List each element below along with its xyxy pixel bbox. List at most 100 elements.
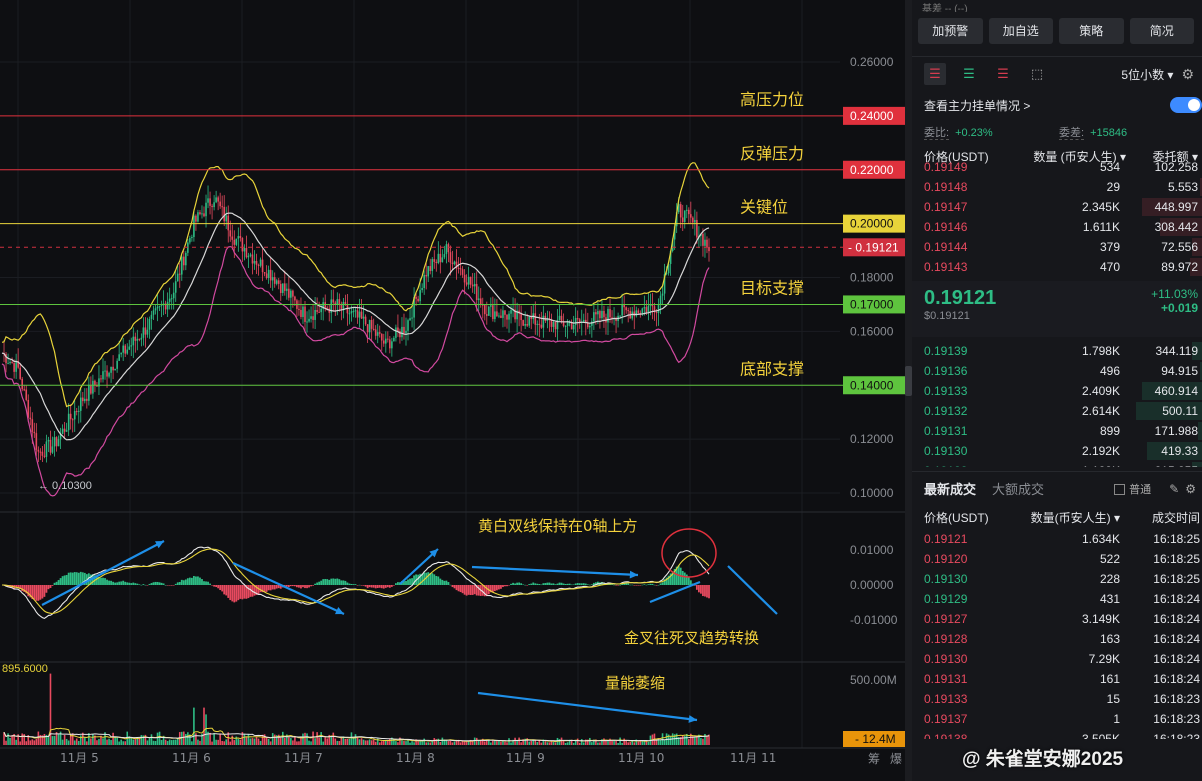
chart-canvas[interactable]: 0.26000 0.22000 0.20000 0.18000 0.16000 0.140… [0,0,905,781]
candle-body [395,327,397,338]
candle-body [160,304,163,306]
macd-histogram-bar [578,583,581,585]
candle-body [82,397,84,402]
ask-order-row[interactable]: 0.19148 29 5.553 [912,177,1202,197]
volume-bar [251,738,254,745]
x-axis-label: 11月 11 [730,751,776,765]
ask-order-row[interactable]: 0.19146 1.611K 308.442 [912,217,1202,237]
macd-histogram-bar [45,585,48,593]
bids-view-icon[interactable]: ☰ [958,63,980,85]
candle-body [526,324,528,326]
volume-bar [306,733,308,745]
add-alert-button[interactable]: 加预警 [918,18,983,44]
decimal-select[interactable]: 5位小数 ▾ [1121,66,1173,83]
volume-bar [33,740,36,745]
volume-bar [429,742,432,745]
trade-qty-header[interactable]: 数量(币安人生) ▾ [1016,509,1120,526]
macd-tick-label: -0.01000 [850,613,898,627]
candle-body [138,338,141,340]
bid-order-row[interactable]: 0.19132 2.614K 500.11 [912,401,1202,421]
trade-price: 0.19121 [924,532,968,546]
candle-body [310,316,312,319]
ask-order-row[interactable]: 0.19144 379 72.556 [912,237,1202,257]
candle-body [425,274,427,277]
candle-body [51,446,54,453]
candle-body [23,389,26,391]
gear-icon[interactable]: ⚙ [1181,66,1194,83]
overview-button[interactable]: 简况 [1129,18,1194,44]
candle-body [405,330,407,334]
checkbox-icon[interactable] [1114,484,1126,496]
candle-body [536,323,539,325]
bid-order-row[interactable]: 0.19139 1.798K 344.119 [912,341,1202,361]
level-caption: 关键位 [740,198,788,217]
volume-bar [308,740,310,745]
ask-order-row[interactable]: 0.19149 534 102.258 [912,157,1202,177]
candle-body [332,299,335,303]
volume-bar [21,733,23,745]
gear-icon[interactable]: ⚙ [1185,482,1196,496]
volume-bar [338,741,341,745]
volume-bar [9,738,11,745]
ask-order-row[interactable]: 0.19143 470 89.972 [912,257,1202,277]
bid-order-row[interactable]: 0.19130 2.192K 419.33 [912,441,1202,461]
tab-latest-trades[interactable]: 最新成交 [924,479,976,498]
bid-order-row[interactable]: 0.191281.128K215.855 [912,461,1202,467]
candle-body [633,311,636,317]
macd-tick-label: 0.00000 [850,578,894,592]
x-axis-label: 11月 10 [618,751,664,765]
candle-body [33,431,36,434]
main-orders-row[interactable]: 查看主力挂单情况 > [912,91,1202,119]
candle-body [150,314,153,319]
macd-histogram-bar [100,577,102,585]
highlight-circle [661,528,717,578]
edit-icon[interactable]: ✎ [1169,482,1179,496]
normal-filter[interactable]: 普通 [1114,481,1151,497]
candle-body [393,337,395,342]
tab-large-trades[interactable]: 大额成交 [992,479,1044,498]
candle-body [534,313,537,325]
order-price: 0.19128 [924,464,1014,467]
macd-histogram-bar [655,585,658,586]
volume-bar [358,739,361,745]
macd-histogram-bar [378,585,381,588]
volume-bar [683,735,686,745]
add-watchlist-button[interactable]: 加自选 [988,18,1053,44]
main-orders-toggle[interactable] [1170,97,1202,113]
bid-order-row[interactable]: 0.19136 496 94.915 [912,361,1202,381]
macd-histogram-bar [449,584,452,586]
order-amount: 89.972 [1161,260,1198,274]
volume-bar [445,740,448,745]
level-caption: 高压力位 [740,90,804,109]
macd-histogram-bar [532,582,535,585]
macd-histogram-bar [502,585,504,588]
bid-order-row[interactable]: 0.19131 899 171.988 [912,421,1202,441]
bid-order-row[interactable]: 0.19133 2.409K 460.914 [912,381,1202,401]
macd-histogram-bar [439,578,442,585]
asks-view-icon[interactable]: ☰ [992,63,1014,85]
main-orders-label[interactable]: 查看主力挂单情况 > [924,97,1030,114]
candle-body [110,366,112,373]
divider-handle[interactable] [905,366,912,396]
volume-bar [229,741,232,745]
macd-histogram-bar [518,582,521,585]
panel-divider[interactable] [905,0,912,781]
ask-order-row[interactable]: 0.19147 2.345K 448.997 [912,197,1202,217]
macd-histogram-bar [344,580,347,585]
trade-time: 16:18:23 [1153,732,1200,739]
trade-price: 0.19131 [924,672,968,686]
strategy-button[interactable]: 策略 [1059,18,1124,44]
order-price: 0.19132 [924,404,968,418]
both-sides-view-icon[interactable]: ☰ [924,63,946,85]
candle-body [84,398,86,402]
volume-bar [112,732,114,745]
macd-histogram-bar [138,584,141,585]
volume-bar [544,741,547,745]
trade-price: 0.19120 [924,552,968,566]
candle-body [79,397,82,411]
volume-bar [560,737,563,745]
macd-histogram-bar [564,584,567,585]
kline-chart[interactable]: 0.26000 0.22000 0.20000 0.18000 0.16000 0.140… [0,0,905,781]
volume-bar [669,736,672,745]
fullscreen-icon[interactable]: ⬚ [1026,63,1048,85]
